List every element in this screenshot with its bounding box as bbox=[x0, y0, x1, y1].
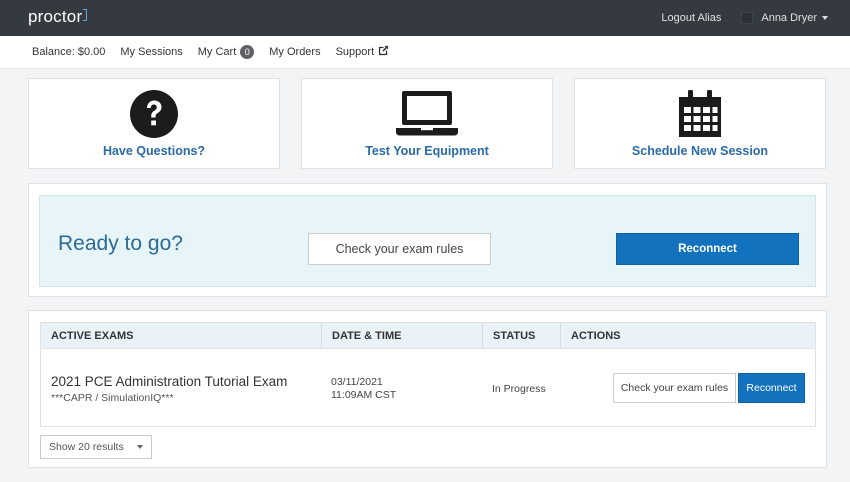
have-questions-label: Have Questions? bbox=[102, 144, 206, 158]
results-per-page-select[interactable]: Show 20 results bbox=[40, 435, 152, 459]
table-row: 2021 PCE Administration Tutorial Exam **… bbox=[41, 350, 815, 426]
table-header: ACTIVE EXAMS DATE & TIME STATUS ACTIONS bbox=[41, 323, 815, 349]
top-bar: proctor Logout Alias Anna Dryer bbox=[0, 0, 850, 36]
exam-subtitle: ***CAPR / SimulationIQ*** bbox=[51, 392, 174, 404]
my-cart-link[interactable]: My Cart 0 bbox=[198, 45, 255, 59]
user-menu[interactable]: Anna Dryer bbox=[761, 12, 828, 24]
question-circle-icon bbox=[129, 89, 179, 139]
active-exams-table: ACTIVE EXAMS DATE & TIME STATUS ACTIONS … bbox=[40, 322, 816, 427]
support-link[interactable]: Support bbox=[336, 45, 390, 59]
schedule-session-label: Schedule New Session bbox=[631, 144, 769, 158]
logo-text: proctor bbox=[28, 7, 83, 26]
logout-alias-link[interactable]: Logout Alias bbox=[661, 12, 721, 24]
my-sessions-link[interactable]: My Sessions bbox=[120, 46, 182, 58]
test-equipment-label: Test Your Equipment bbox=[365, 144, 489, 158]
cart-count-badge: 0 bbox=[240, 45, 255, 59]
exam-date-time: 03/11/2021 11:09AM CST bbox=[331, 376, 396, 402]
column-header-actions: ACTIONS bbox=[560, 323, 815, 349]
column-header-date-time: DATE & TIME bbox=[321, 323, 482, 349]
results-per-page-value: Show 20 results bbox=[49, 441, 124, 453]
exam-date: 03/11/2021 bbox=[331, 376, 383, 388]
ready-banner: Ready to go? Check your exam rules Recon… bbox=[39, 195, 816, 287]
laptop-icon bbox=[395, 89, 459, 139]
exam-time: 11:09AM CST bbox=[331, 389, 397, 401]
row-reconnect-button[interactable]: Reconnect bbox=[738, 373, 805, 403]
top-nav-right: Logout Alias Anna Dryer bbox=[661, 0, 828, 36]
proctor-logo[interactable]: proctor bbox=[28, 7, 88, 27]
calendar-icon bbox=[677, 89, 723, 139]
avatar[interactable] bbox=[741, 12, 754, 24]
reconnect-button[interactable]: Reconnect bbox=[616, 233, 799, 265]
external-link-icon bbox=[378, 45, 389, 59]
support-label: Support bbox=[335, 46, 375, 58]
logo-mark-icon bbox=[83, 9, 88, 21]
schedule-session-tile[interactable]: Schedule New Session bbox=[574, 78, 826, 169]
test-equipment-tile[interactable]: Test Your Equipment bbox=[301, 78, 553, 169]
sub-nav: Balance: $0.00 My Sessions My Cart 0 My … bbox=[0, 36, 850, 69]
user-name: Anna Dryer bbox=[761, 12, 817, 24]
balance-text: Balance: $0.00 bbox=[32, 46, 106, 58]
check-exam-rules-button[interactable]: Check your exam rules bbox=[308, 233, 491, 265]
column-header-active-exams: ACTIVE EXAMS bbox=[51, 330, 134, 342]
ready-title: Ready to go? bbox=[58, 232, 183, 255]
chevron-down-icon bbox=[137, 445, 143, 449]
exam-status: In Progress bbox=[492, 383, 546, 395]
have-questions-tile[interactable]: Have Questions? bbox=[28, 78, 280, 169]
exam-name: 2021 PCE Administration Tutorial Exam bbox=[51, 374, 288, 389]
active-exams-panel: ACTIVE EXAMS DATE & TIME STATUS ACTIONS … bbox=[28, 310, 827, 468]
my-cart-label: My Cart bbox=[197, 46, 237, 58]
ready-panel: Ready to go? Check your exam rules Recon… bbox=[28, 183, 827, 297]
column-header-status: STATUS bbox=[482, 323, 560, 349]
my-orders-link[interactable]: My Orders bbox=[269, 46, 320, 58]
row-check-exam-rules-button[interactable]: Check your exam rules bbox=[613, 373, 736, 403]
chevron-down-icon bbox=[822, 16, 828, 20]
